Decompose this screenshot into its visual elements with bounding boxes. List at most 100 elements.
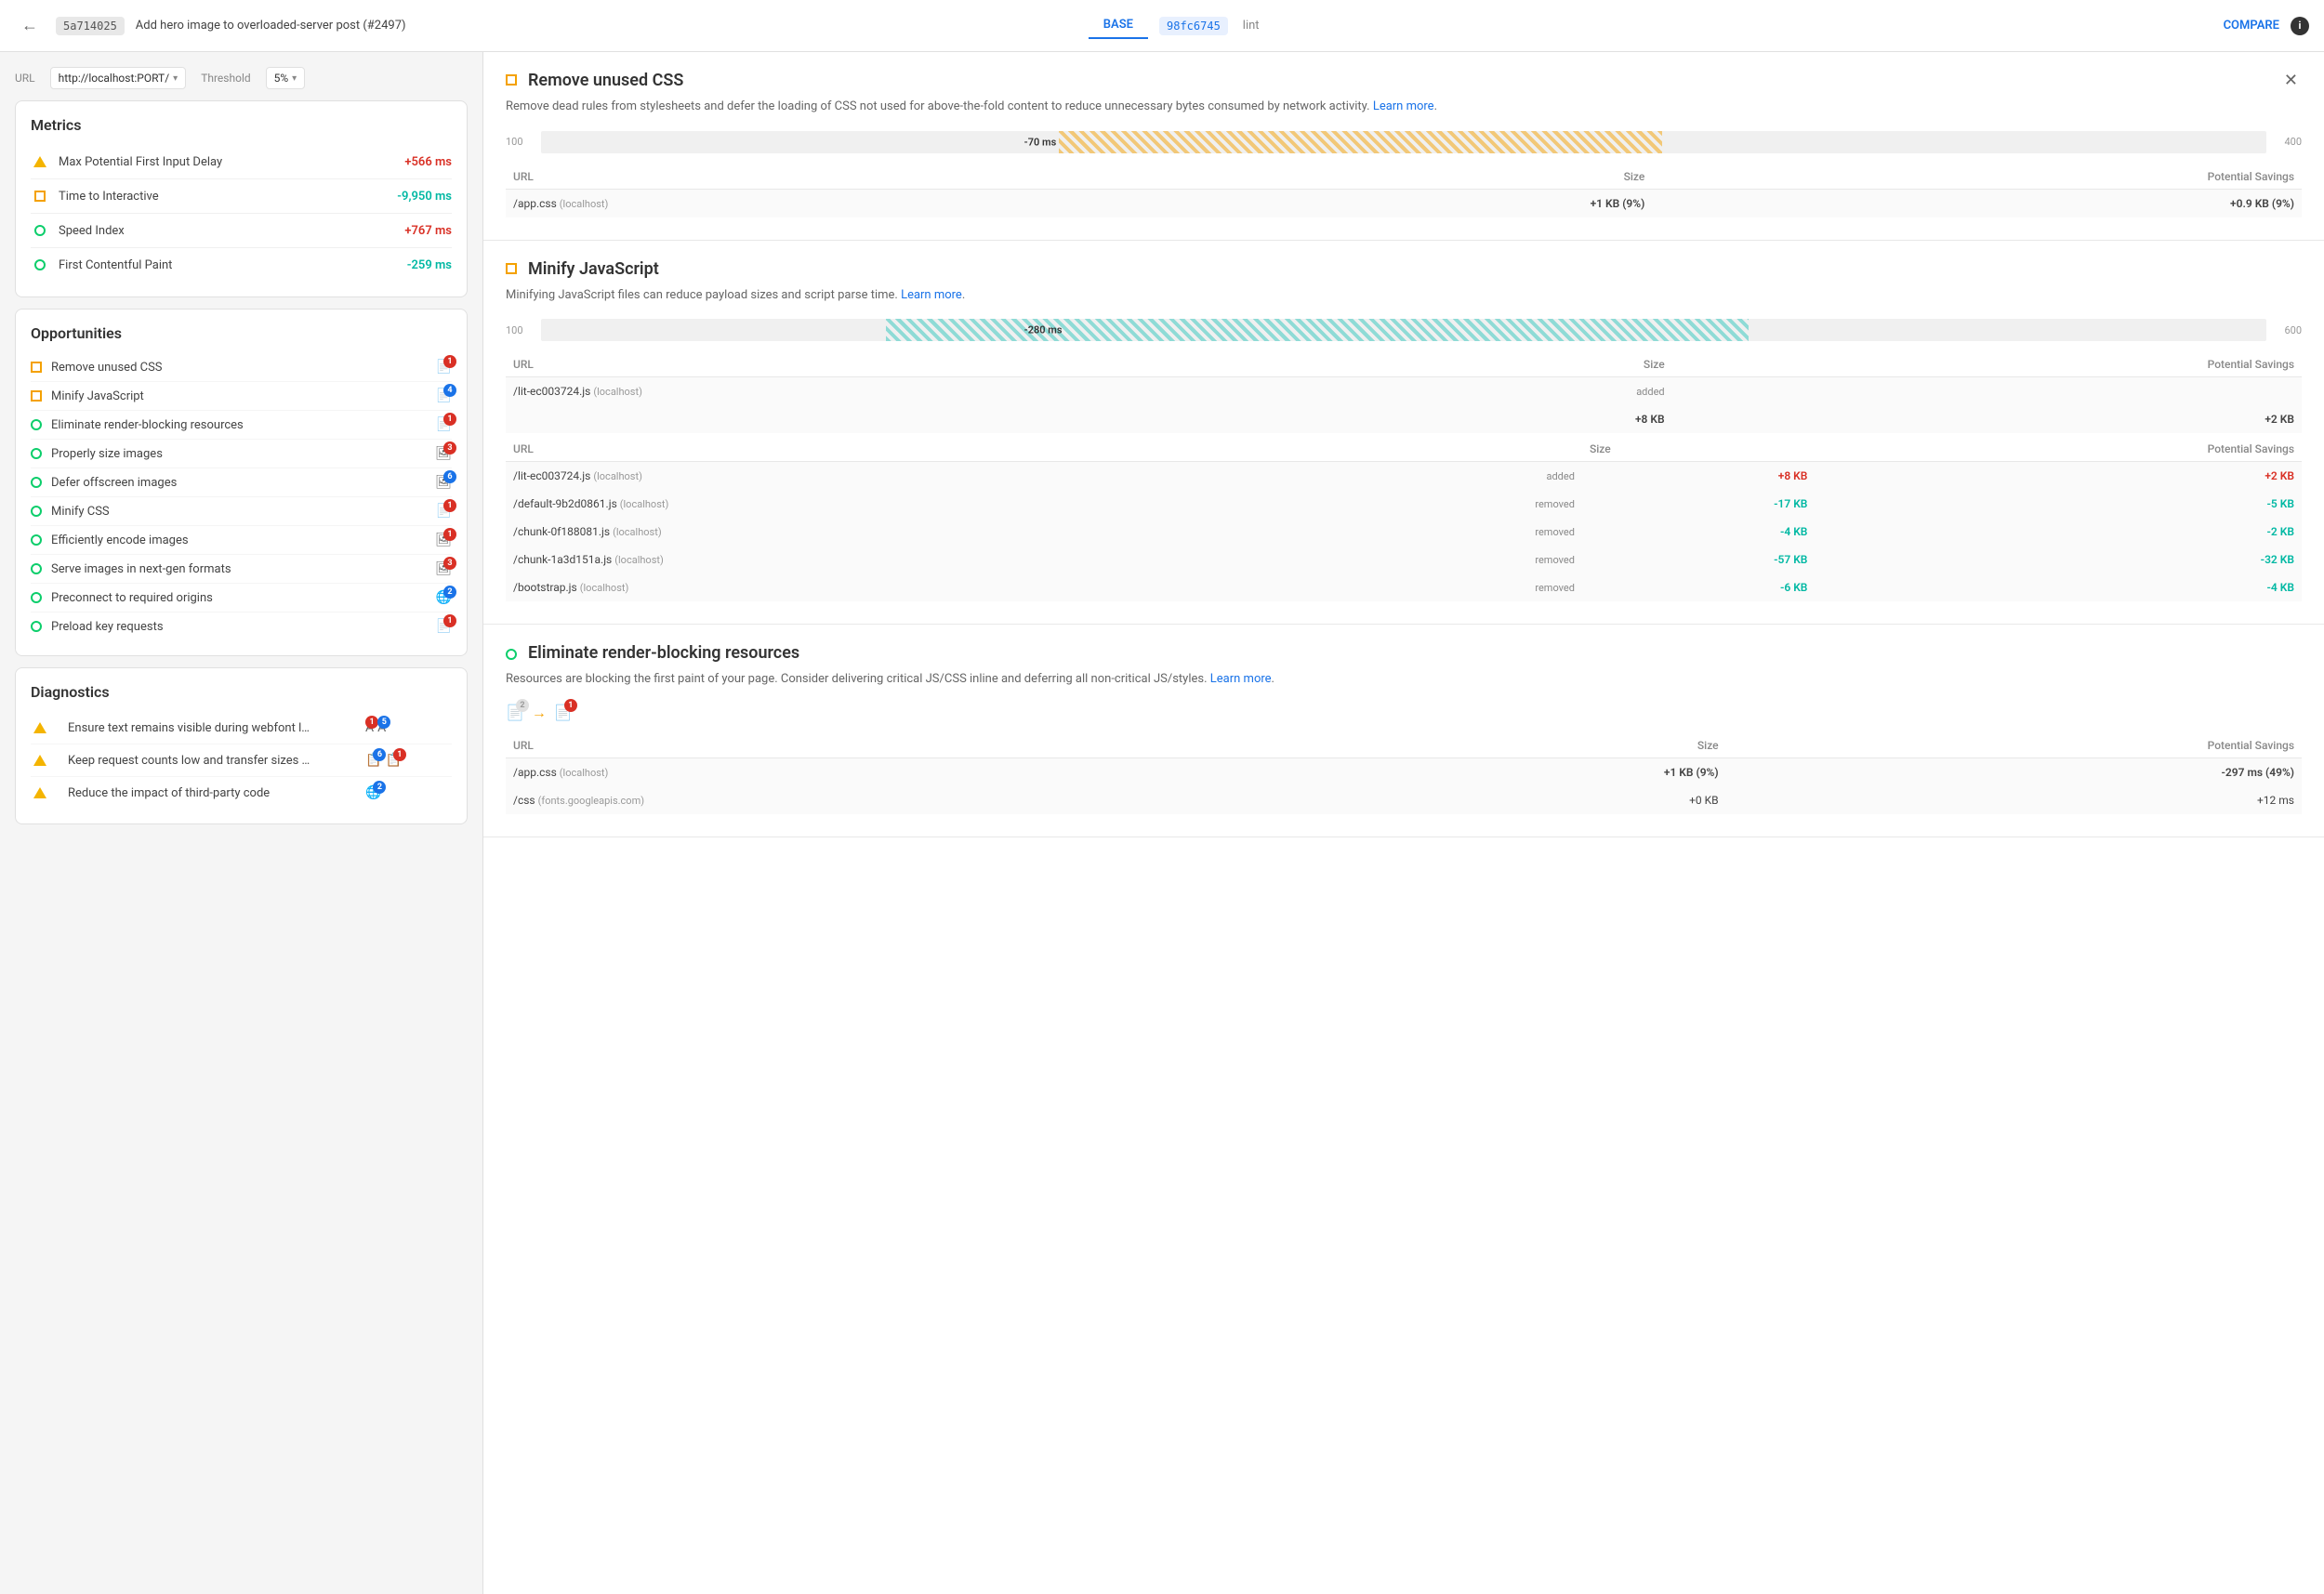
td-savings-css-render: +12 ms [1726, 786, 2302, 814]
opp-row-next-gen[interactable]: Serve images in next-gen formats 🖼 3 [31, 555, 452, 584]
opp-row-size-images[interactable]: Properly size images 🖼 3 [31, 440, 452, 468]
th-savings-render: Potential Savings [1726, 733, 2302, 758]
detail-icon-render-blocking [506, 649, 517, 660]
info-icon[interactable]: i [2291, 17, 2309, 35]
opp-badge-num-next-gen: 3 [443, 557, 456, 570]
opp-badge-defer-offscreen: 🖼 6 [435, 475, 452, 490]
opp-icon-wrap-preload: 📄 1 [436, 619, 452, 634]
opp-row-minify-css[interactable]: Minify CSS 📄 1 [31, 497, 452, 526]
metric-icon-triangle [31, 152, 49, 171]
opp-icon-wrap-next-gen: 🖼 3 [435, 561, 452, 576]
diag-badge-webfont: A 1 A 5 [365, 720, 386, 735]
tab-base[interactable]: BASE [1089, 12, 1148, 39]
learn-more-link-js[interactable]: Learn more [901, 288, 962, 302]
diag-row-webfont[interactable]: Ensure text remains visible during webfo… [31, 712, 452, 744]
detail-table-js: URL Size Potential Savings /lit-ec003724… [506, 352, 2302, 433]
render-icon-to: 📄 1 [554, 704, 573, 721]
opp-label-render-blocking: Eliminate render-blocking resources [51, 418, 436, 432]
th-url-js: URL [506, 352, 1397, 377]
th-savings-js: Potential Savings [1672, 352, 2302, 377]
table-row: /chunk-1a3d151a.js (localhost) removed -… [506, 546, 2302, 573]
learn-more-link-render[interactable]: Learn more [1210, 672, 1272, 686]
metric-row-fpid[interactable]: Max Potential First Input Delay +566 ms [31, 145, 452, 179]
diag-icon-third-party [31, 784, 49, 802]
diag-label-request-counts: Keep request counts low and transfer siz… [68, 754, 365, 768]
td-savings-3: -32 KB [1815, 546, 2302, 573]
td-url-0: /lit-ec003724.js (localhost) [506, 462, 1321, 491]
threshold-select[interactable]: 5% ▾ [266, 67, 306, 89]
td-size-appcss: +1 KB (9%) [1208, 189, 1652, 217]
url-chevron-icon: ▾ [173, 73, 178, 84]
opp-icon-wrap-render: 📄 1 [436, 417, 452, 432]
opp-badge-num-preconnect: 2 [443, 586, 456, 599]
opp-row-preconnect[interactable]: Preconnect to required origins 🌐 2 [31, 584, 452, 613]
opp-badge-next-gen: 🖼 3 [435, 561, 452, 576]
opp-label-preconnect: Preconnect to required origins [51, 591, 436, 605]
commit-title: Add hero image to overloaded-server post… [136, 19, 1077, 33]
url-value: http://localhost:PORT/ [59, 72, 170, 85]
opp-row-minify-js[interactable]: Minify JavaScript 📄 4 [31, 382, 452, 411]
th-url-css: URL [506, 165, 1208, 190]
detail-header-minify-js: Minify JavaScript [506, 259, 2302, 279]
diag-row-request-counts[interactable]: Keep request counts low and transfer siz… [31, 744, 452, 777]
render-badge-to: 1 [564, 699, 577, 712]
table-row: /app.css (localhost) +1 KB (9%) +0.9 KB … [506, 189, 2302, 217]
opp-icon-next-gen [31, 563, 42, 574]
opp-icon-minify-js [31, 390, 42, 402]
diag-label-webfont: Ensure text remains visible during webfo… [68, 721, 365, 735]
opp-label-preload: Preload key requests [51, 620, 436, 634]
table-row: /app.css (localhost) +1 KB (9%) -297 ms … [506, 757, 2302, 786]
learn-more-link-css[interactable]: Learn more [1373, 99, 1434, 113]
timeline-value-css: -70 ms [1024, 136, 1057, 148]
close-button[interactable]: ✕ [2280, 71, 2302, 90]
metric-row-tti[interactable]: Time to Interactive -9,950 ms [31, 179, 452, 214]
render-icons-row: 📄 2 → 📄 1 [506, 704, 2302, 722]
diagnostics-card: Diagnostics Ensure text remains visible … [15, 667, 468, 824]
detail-minify-js: Minify JavaScript Minifying JavaScript f… [483, 241, 2324, 626]
url-bar: URL http://localhost:PORT/ ▾ Threshold 5… [15, 67, 468, 89]
opp-row-render-blocking[interactable]: Eliminate render-blocking resources 📄 1 [31, 411, 452, 440]
detail-table-js-full: URL Size Potential Savings /lit-ec003724… [506, 437, 2302, 601]
detail-header-remove-unused-css: Remove unused CSS ✕ [506, 71, 2302, 90]
render-badge-from: 2 [516, 699, 529, 712]
metric-icon-square-orange-tti [31, 187, 49, 205]
opp-badge-preload: 📄 1 [436, 619, 452, 634]
commit-hash-base: 5a714025 [56, 17, 125, 35]
detail-icon-minify-js [506, 263, 517, 274]
td-savings-lit: +2 KB [1672, 405, 2302, 433]
opp-row-defer-offscreen[interactable]: Defer offscreen images 🖼 6 [31, 468, 452, 497]
left-panel: URL http://localhost:PORT/ ▾ Threshold 5… [0, 52, 483, 1594]
diag-badge-num2-webfont: 5 [377, 716, 390, 729]
compare-button[interactable]: COMPARE [2224, 19, 2279, 33]
opportunities-card: Opportunities Remove unused CSS 📄 1 Mini… [15, 309, 468, 656]
opp-badge-size-images: 🖼 3 [435, 446, 452, 461]
metric-row-si[interactable]: Speed Index +767 ms [31, 214, 452, 248]
opp-row-encode-images[interactable]: Efficiently encode images 🖼 1 [31, 526, 452, 555]
threshold-value: 5% [274, 72, 289, 85]
opp-badge-num-size: 3 [443, 441, 456, 454]
td-url-appcss-render: /app.css (localhost) [506, 757, 1332, 786]
opp-row-preload[interactable]: Preload key requests 📄 1 [31, 613, 452, 640]
td-url-1: /default-9b2d0861.js (localhost) [506, 490, 1321, 518]
th-url-render: URL [506, 733, 1332, 758]
th-size-jsf: Size [1582, 437, 1815, 462]
detail-title-remove-unused-css: Remove unused CSS [528, 71, 2280, 90]
diag-row-third-party[interactable]: Reduce the impact of third-party code 🌐 … [31, 777, 452, 809]
table-row: /lit-ec003724.js (localhost) added +8 KB… [506, 462, 2302, 491]
opp-label-encode-images: Efficiently encode images [51, 534, 435, 547]
detail-remove-unused-css: Remove unused CSS ✕ Remove dead rules fr… [483, 52, 2324, 241]
diag-icon-wrap-tp: 🌐 2 [365, 785, 381, 800]
timeline-right-js: 600 [2274, 324, 2302, 336]
url-select[interactable]: http://localhost:PORT/ ▾ [50, 67, 187, 89]
opp-row-remove-unused-css[interactable]: Remove unused CSS 📄 1 [31, 353, 452, 382]
metric-label-fpid: Max Potential First Input Delay [59, 155, 404, 169]
td-status-2: removed [1321, 518, 1581, 546]
opp-label-size-images: Properly size images [51, 447, 435, 461]
metric-label-si: Speed Index [59, 224, 404, 238]
back-button[interactable]: ← [15, 11, 45, 41]
td-size-css-render: +0 KB [1332, 786, 1725, 814]
metric-row-fcp[interactable]: First Contentful Paint -259 ms [31, 248, 452, 282]
th-size-css: Size [1208, 165, 1652, 190]
td-url-lit: /lit-ec003724.js (localhost) [506, 377, 1397, 406]
opportunities-title: Opportunities [31, 324, 452, 342]
